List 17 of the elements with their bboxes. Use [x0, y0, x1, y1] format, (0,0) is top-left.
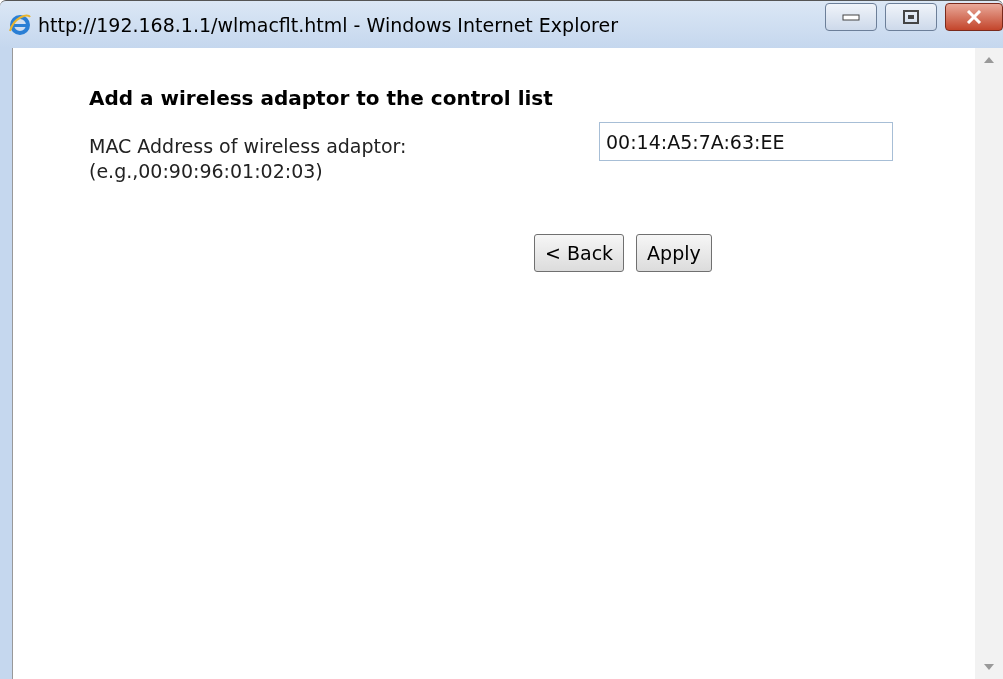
close-button[interactable]: [945, 3, 1003, 31]
scrollbar[interactable]: [975, 48, 1003, 679]
back-button[interactable]: < Back: [534, 234, 625, 272]
restore-icon: [903, 10, 919, 24]
restore-button[interactable]: [885, 3, 937, 31]
apply-button[interactable]: Apply: [636, 234, 712, 272]
scroll-up-icon[interactable]: [983, 56, 995, 64]
browser-logo-icon: [8, 12, 32, 37]
scroll-down-icon[interactable]: [983, 663, 995, 671]
window-title: http://192.168.1.1/wlmacflt.html - Windows Internet Explorer: [38, 13, 619, 36]
close-icon: [966, 10, 982, 24]
minimize-button[interactable]: [825, 3, 877, 31]
mac-address-field[interactable]: 00:14:A5:7A:63:EE: [599, 122, 893, 161]
mac-address-label: MAC Address of wireless adaptor:: [89, 134, 407, 159]
minimize-icon: [842, 13, 860, 21]
mac-address-hint: (e.g.,00:90:96:01:02:03): [89, 159, 323, 184]
form-heading: Add a wireless adaptor to the control list: [89, 86, 554, 110]
